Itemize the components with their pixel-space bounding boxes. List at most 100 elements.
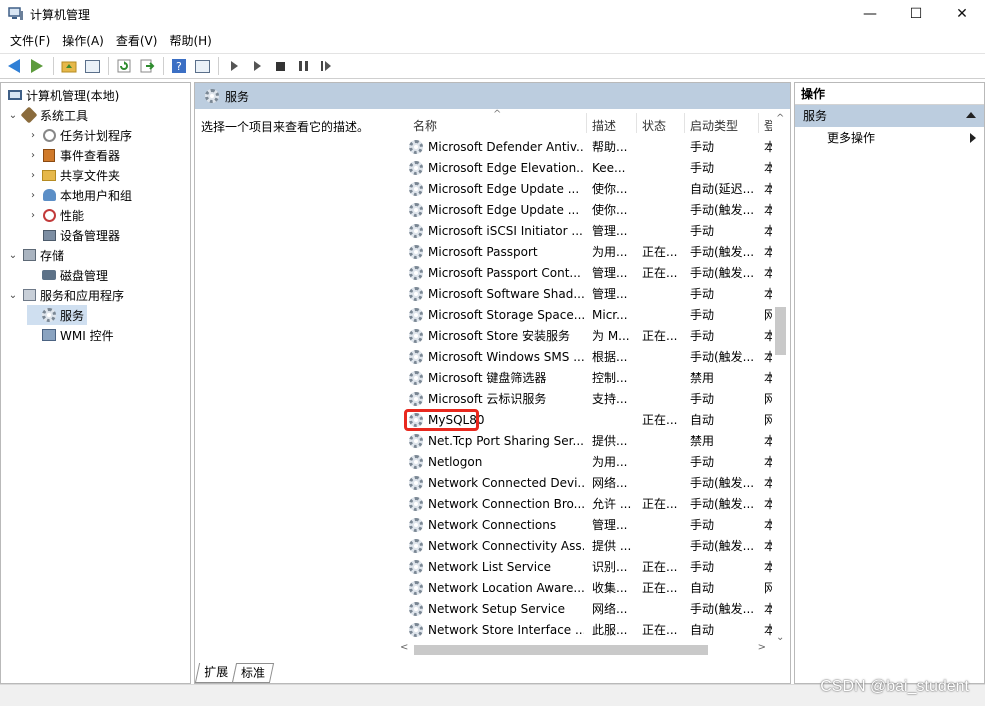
column-header-status[interactable]: 状态 [642, 115, 666, 135]
horizontal-scroll-thumb[interactable] [414, 645, 708, 655]
service-row[interactable]: Microsoft Defender Antiv... 帮助... 手动本 [398, 137, 790, 158]
service-row[interactable]: Microsoft Passport 为用... 正在... 手动(触发... 本 [398, 242, 790, 263]
scroll-up-icon[interactable]: ^ [776, 113, 784, 124]
maximize-button[interactable]: ☐ [893, 0, 939, 28]
tree-root[interactable]: 计算机管理(本地) [5, 85, 119, 105]
column-divider[interactable] [636, 113, 637, 133]
service-row[interactable]: Network Connections 管理... 手动本 [398, 515, 790, 536]
show-hide-tree-button[interactable] [81, 56, 103, 76]
tree-item-shared-folders[interactable]: › 共享文件夹 [27, 165, 120, 185]
service-row[interactable]: Net.Tcp Port Sharing Ser... 提供... 禁用本 [398, 431, 790, 452]
service-row[interactable]: Microsoft 键盘筛选器 控制... 禁用本 [398, 368, 790, 389]
up-folder-button[interactable] [58, 56, 80, 76]
service-row[interactable]: Network Connection Bro... 允许 ... 正在... 手动(触… [398, 494, 790, 515]
service-startup-type: 自动 [690, 581, 715, 595]
tree-item-event-viewer[interactable]: › 事件查看器 [27, 145, 120, 165]
menu-file[interactable]: 文件(F) [4, 31, 56, 51]
vertical-scrollbar[interactable]: ^ ⌄ [772, 113, 789, 645]
expand-arrow-icon[interactable]: ⌄ [7, 250, 19, 261]
service-row[interactable]: Netlogon 为用... 手动本 [398, 452, 790, 473]
restart-service-button[interactable] [315, 56, 337, 76]
tree-item-disk-management[interactable]: 磁盘管理 [27, 265, 108, 285]
service-row[interactable]: Network Location Aware... 收集... 正在... 自动网 [398, 578, 790, 599]
stop-service-button[interactable] [269, 56, 291, 76]
tree-item-services[interactable]: 服务 [27, 305, 88, 325]
tree-item-task-scheduler[interactable]: › 任务计划程序 [27, 125, 132, 145]
properties-button[interactable] [191, 56, 213, 76]
service-row[interactable]: Microsoft Storage Space... Micr... 手动网 [398, 305, 790, 326]
service-row[interactable]: Microsoft Software Shad... 管理... 手动本 [398, 284, 790, 305]
highlight-annotation [404, 409, 479, 431]
pause-service-button[interactable] [292, 56, 314, 76]
service-row[interactable]: Microsoft Store 安装服务为 M... 正在... 手动本 [398, 326, 790, 347]
menu-help[interactable]: 帮助(H) [163, 31, 217, 51]
column-header-startup-type[interactable]: 启动类型 [690, 115, 738, 135]
expand-arrow-icon[interactable]: ⌄ [7, 290, 19, 301]
collapse-up-icon[interactable] [966, 112, 976, 118]
expand-arrow-icon[interactable]: › [27, 130, 39, 141]
service-gear-icon [409, 329, 423, 343]
forward-button[interactable] [26, 56, 48, 76]
column-divider[interactable] [758, 113, 759, 133]
service-name: Microsoft Passport [428, 245, 538, 259]
service-row[interactable]: Microsoft Edge Elevation... Kee... 手动本 [398, 158, 790, 179]
expand-arrow-icon[interactable]: ⌄ [7, 110, 19, 121]
tree-item-services-apps[interactable]: ⌄ 服务和应用程序 [7, 285, 124, 305]
service-row[interactable]: Network Setup Service 网络... 手动(触发... 本 [398, 599, 790, 620]
scroll-right-icon[interactable]: > [758, 642, 766, 653]
service-gear-icon [409, 476, 423, 490]
service-startup-type: 手动 [690, 329, 715, 343]
tree-item-storage[interactable]: ⌄ 存储 [7, 245, 64, 265]
start-service-alt-button[interactable] [246, 56, 268, 76]
service-gear-icon [409, 350, 423, 364]
minimize-button[interactable]: — [847, 0, 893, 28]
service-row[interactable]: Network List Service 识别... 正在... 手动本 [398, 557, 790, 578]
horizontal-scrollbar[interactable]: < > [398, 641, 772, 658]
refresh-button[interactable] [113, 56, 135, 76]
tree-item-wmi[interactable]: WMI 控件 [27, 325, 114, 345]
tab-standard[interactable]: 标准 [231, 663, 275, 683]
service-row[interactable]: Microsoft iSCSI Initiator ... 管理... 手动本 [398, 221, 790, 242]
scroll-left-icon[interactable]: < [400, 642, 408, 653]
service-row[interactable]: Microsoft Edge Update ... 使你... 自动(延迟... 本 [398, 179, 790, 200]
expand-arrow-icon[interactable]: › [27, 210, 39, 221]
column-divider[interactable] [684, 113, 685, 133]
service-row[interactable]: Network Connected Devi... 网络... 手动(触发... 本 [398, 473, 790, 494]
service-description: 管理... [592, 266, 628, 280]
column-header-name[interactable]: 名称 [413, 115, 437, 135]
close-button[interactable]: ✕ [939, 0, 985, 28]
service-row[interactable]: Network Store Interface ... 此服... 正在... 自动本 [398, 620, 790, 641]
tab-extended[interactable]: 扩展 [194, 663, 238, 683]
expand-arrow-icon[interactable]: › [27, 150, 39, 161]
scroll-down-icon[interactable]: ⌄ [776, 632, 784, 643]
vertical-scroll-thumb[interactable] [775, 307, 786, 355]
export-list-button[interactable] [136, 56, 158, 76]
service-row[interactable]: Microsoft Windows SMS ... 根据... 手动(触发... 本 [398, 347, 790, 368]
tree-item-local-users[interactable]: › 本地用户和组 [27, 185, 132, 205]
service-row[interactable]: Network Connectivity Ass... 提供 ... 手动(触发..… [398, 536, 790, 557]
tree-item-system-tools[interactable]: ⌄ 系统工具 [7, 105, 88, 125]
service-row[interactable]: Microsoft Edge Update ... 使你... 手动(触发... 本 [398, 200, 790, 221]
menu-action[interactable]: 操作(A) [56, 31, 110, 51]
column-divider[interactable] [586, 113, 587, 133]
tree-item-device-manager[interactable]: 设备管理器 [27, 225, 120, 245]
more-actions-item[interactable]: 更多操作 [795, 127, 984, 149]
services-list[interactable]: ^ 名称 描述 状态 启动类型 登 Microsoft Defender Ant… [398, 109, 790, 659]
service-gear-icon [409, 518, 423, 532]
start-service-button[interactable] [223, 56, 245, 76]
tree-item-performance[interactable]: › 性能 [27, 205, 84, 225]
service-row[interactable]: Microsoft Passport Cont... 管理... 正在... 手动(触… [398, 263, 790, 284]
menu-view[interactable]: 查看(V) [110, 31, 164, 51]
column-header-description[interactable]: 描述 [592, 115, 616, 135]
actions-section-services[interactable]: 服务 [795, 105, 984, 127]
back-button[interactable] [3, 56, 25, 76]
help-icon: ? [172, 59, 186, 73]
expand-arrow-icon[interactable]: › [27, 190, 39, 201]
service-description: Micr... [592, 308, 628, 322]
service-row[interactable]: Microsoft 云标识服务 支持... 手动网 [398, 389, 790, 410]
actions-pane: 操作 服务 更多操作 [794, 82, 985, 684]
service-gear-icon [409, 182, 423, 196]
expand-arrow-icon[interactable]: › [27, 170, 39, 181]
help-button[interactable]: ? [168, 56, 190, 76]
service-startup-type: 自动(延迟... [690, 182, 755, 196]
